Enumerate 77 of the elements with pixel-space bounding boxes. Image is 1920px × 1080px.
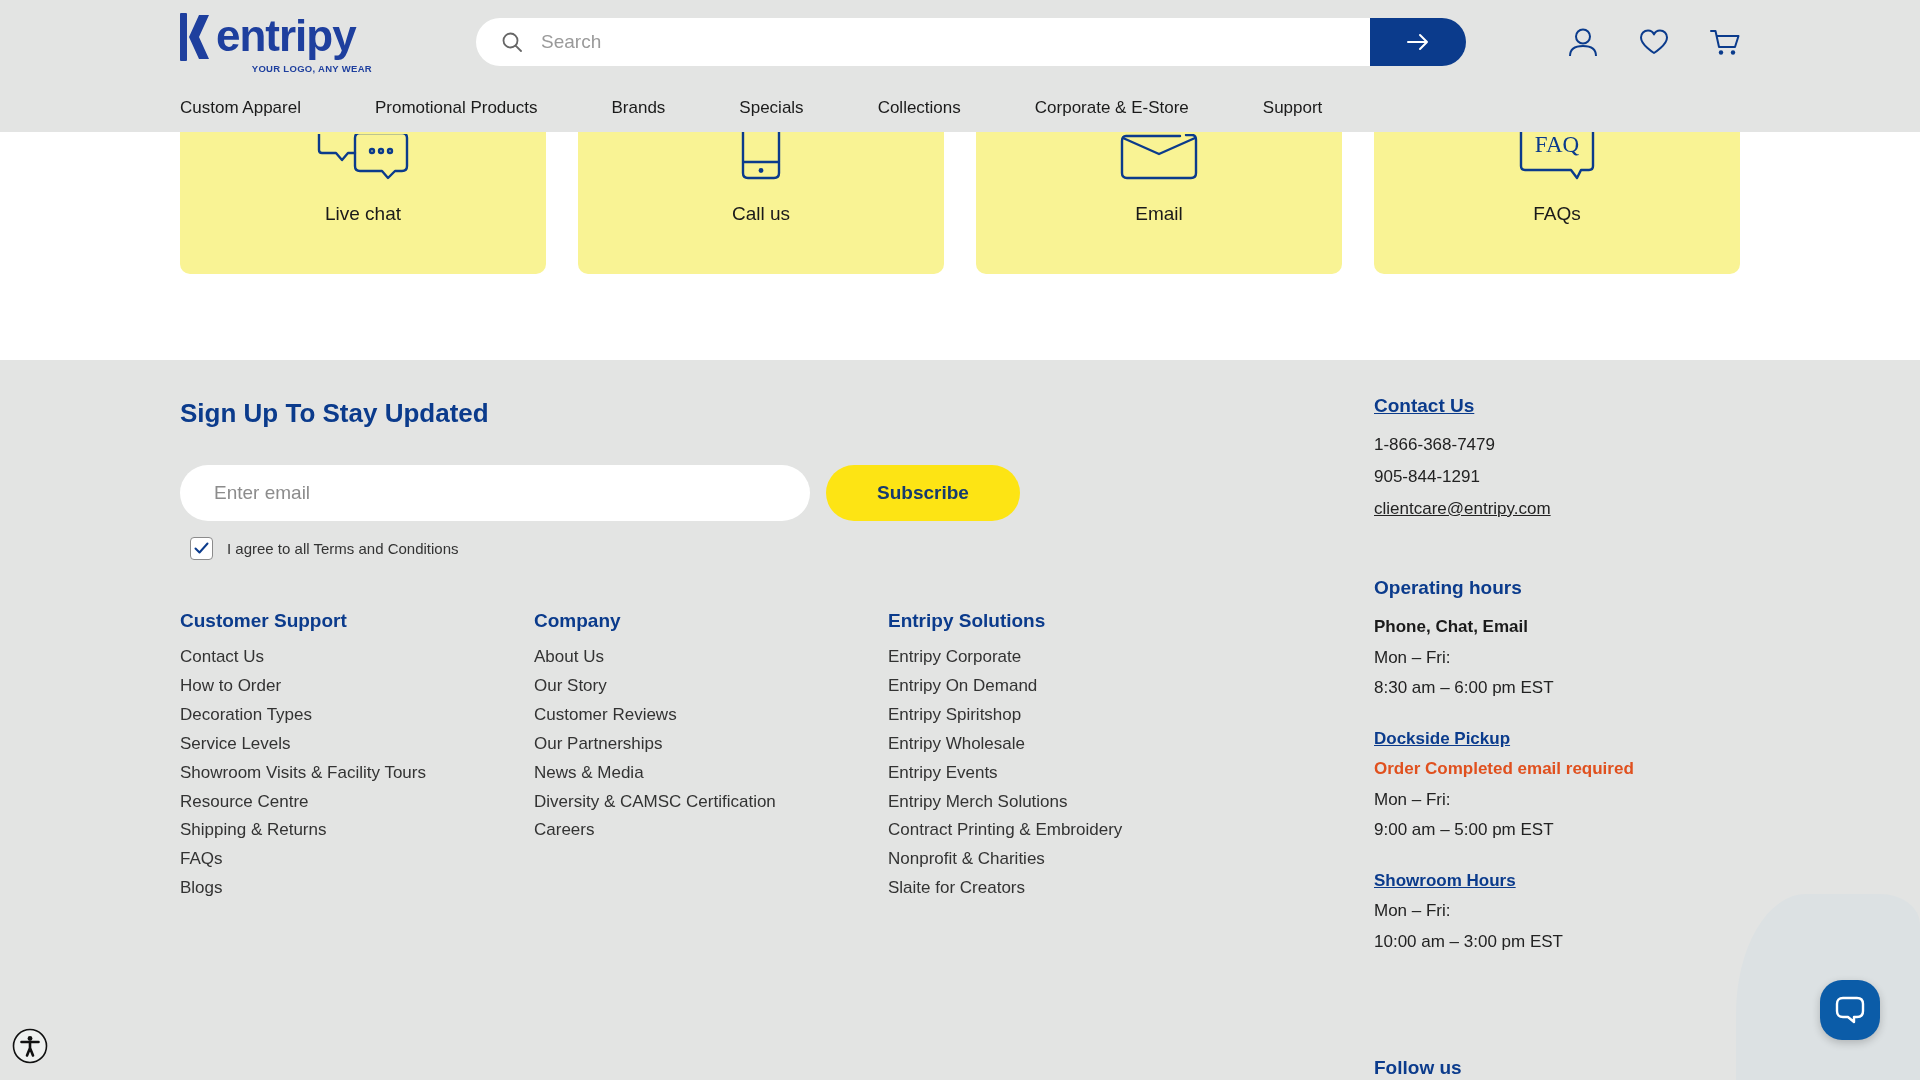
footer-link[interactable]: Our Partnerships	[534, 729, 663, 759]
footer-link[interactable]: About Us	[534, 643, 604, 672]
email-field[interactable]: Enter email	[180, 465, 810, 521]
terms-checkbox[interactable]	[190, 536, 213, 560]
footer-link[interactable]: Customer Reviews	[534, 700, 677, 730]
phone-number: 1-866-368-7479	[1374, 434, 1495, 456]
hours-text: 9:00 am – 5:00 pm EST	[1374, 819, 1554, 841]
account-icon[interactable]	[1568, 27, 1598, 57]
footer-link[interactable]: Entripy On Demand	[888, 671, 1038, 701]
cart-icon[interactable]	[1710, 27, 1740, 57]
contact-option-card[interactable]: FAQ FAQs	[1374, 132, 1740, 274]
signup-heading: Sign Up To Stay Updated	[180, 397, 489, 429]
logo-mark-icon[interactable]	[180, 12, 210, 61]
footer-link[interactable]: Diversity & CAMSC Certification	[534, 787, 776, 817]
footer-link[interactable]: Entripy Wholesale	[888, 729, 1025, 759]
footer-link[interactable]: How to Order	[180, 671, 282, 701]
footer-link[interactable]: Contact Us	[180, 643, 265, 672]
search-field[interactable]: Search	[476, 18, 1370, 66]
contact-option-card[interactable]: Live chat	[180, 132, 546, 274]
hours-link[interactable]: Showroom Hours	[1374, 865, 1516, 896]
footer-link[interactable]: Entripy Corporate	[888, 643, 1022, 672]
footer-link[interactable]: Our Story	[534, 671, 607, 701]
chat-launcher-button[interactable]	[1820, 980, 1880, 1040]
footer-link[interactable]: Contract Printing & Embroidery	[888, 816, 1123, 846]
chat-bubbles-icon	[317, 134, 409, 180]
search-submit-button[interactable]	[1370, 18, 1466, 66]
heart-icon[interactable]	[1639, 27, 1669, 57]
nav-link[interactable]: Specials	[739, 98, 804, 118]
subscribe-button[interactable]: Subscribe	[826, 465, 1020, 521]
nav-link[interactable]: Custom Apparel	[180, 98, 301, 118]
logo-wordmark[interactable]: entripy	[216, 10, 356, 61]
logo-tagline: YOUR LOGO, ANY WEAR	[251, 62, 372, 74]
phone-number: 905-844-1291	[1374, 466, 1480, 488]
arrow-right-icon	[1406, 32, 1430, 52]
search-icon	[502, 32, 522, 52]
footer-link[interactable]: Shipping & Returns	[180, 816, 327, 846]
column-heading: Customer Support	[180, 609, 347, 633]
terms-label: I agree to all Terms and Conditions	[227, 539, 459, 557]
nav-link[interactable]: Support	[1262, 98, 1323, 118]
column-heading: Company	[534, 609, 621, 633]
section-heading: Follow us	[1374, 1056, 1462, 1080]
footer-link[interactable]: Entripy Events	[888, 758, 998, 788]
footer-link[interactable]: Blogs	[180, 874, 223, 904]
hours-text: 10:00 am – 3:00 pm EST	[1374, 930, 1563, 953]
hours-text: Mon – Fri:	[1374, 900, 1451, 922]
smartphone-icon	[741, 132, 781, 180]
contact-option-card[interactable]: Email	[976, 132, 1342, 274]
contact-option-card[interactable]: Call us	[578, 132, 944, 274]
hours-link[interactable]: Dockside Pickup	[1374, 723, 1511, 754]
notice-text: Order Completed email required	[1374, 758, 1634, 780]
envelope-icon	[1120, 134, 1198, 180]
nav-link[interactable]: Collections	[877, 98, 961, 118]
footer-link[interactable]: Decoration Types	[180, 700, 312, 730]
hours-text: 8:30 am – 6:00 pm EST	[1374, 677, 1554, 699]
footer-link[interactable]: Showroom Visits & Facility Tours	[180, 758, 426, 788]
footer-link[interactable]: News & Media	[534, 758, 644, 788]
hours-text: Mon – Fri:	[1374, 788, 1451, 811]
hours-label: Phone, Chat, Email	[1374, 616, 1528, 638]
speech-bubble-icon	[1835, 996, 1865, 1024]
footer-link[interactable]: Nonprofit & Charities	[888, 845, 1045, 875]
nav-link[interactable]: Corporate & E-Store	[1034, 98, 1189, 118]
contact-us-link[interactable]: Contact Us	[1374, 394, 1475, 418]
checkmark-icon	[194, 542, 209, 554]
section-heading: Operating hours	[1374, 576, 1522, 600]
footer-link[interactable]: Careers	[534, 816, 595, 846]
footer-link[interactable]: FAQs	[180, 845, 223, 875]
footer-link[interactable]: Entripy Spiritshop	[888, 700, 1022, 730]
footer-link[interactable]: Entripy Merch Solutions	[888, 787, 1068, 817]
nav-link[interactable]: Brands	[611, 98, 666, 118]
accessibility-icon[interactable]	[12, 1028, 48, 1064]
footer-link[interactable]: Service Levels	[180, 729, 291, 759]
email-link[interactable]: clientcare@entripy.com	[1374, 493, 1551, 525]
column-heading: Entripy Solutions	[888, 609, 1046, 633]
footer-link[interactable]: Resource Centre	[180, 787, 309, 817]
footer-link[interactable]: Slaite for Creators	[888, 874, 1025, 904]
hours-text: Mon – Fri:	[1374, 646, 1451, 669]
nav-link[interactable]: Promotional Products	[374, 98, 538, 118]
